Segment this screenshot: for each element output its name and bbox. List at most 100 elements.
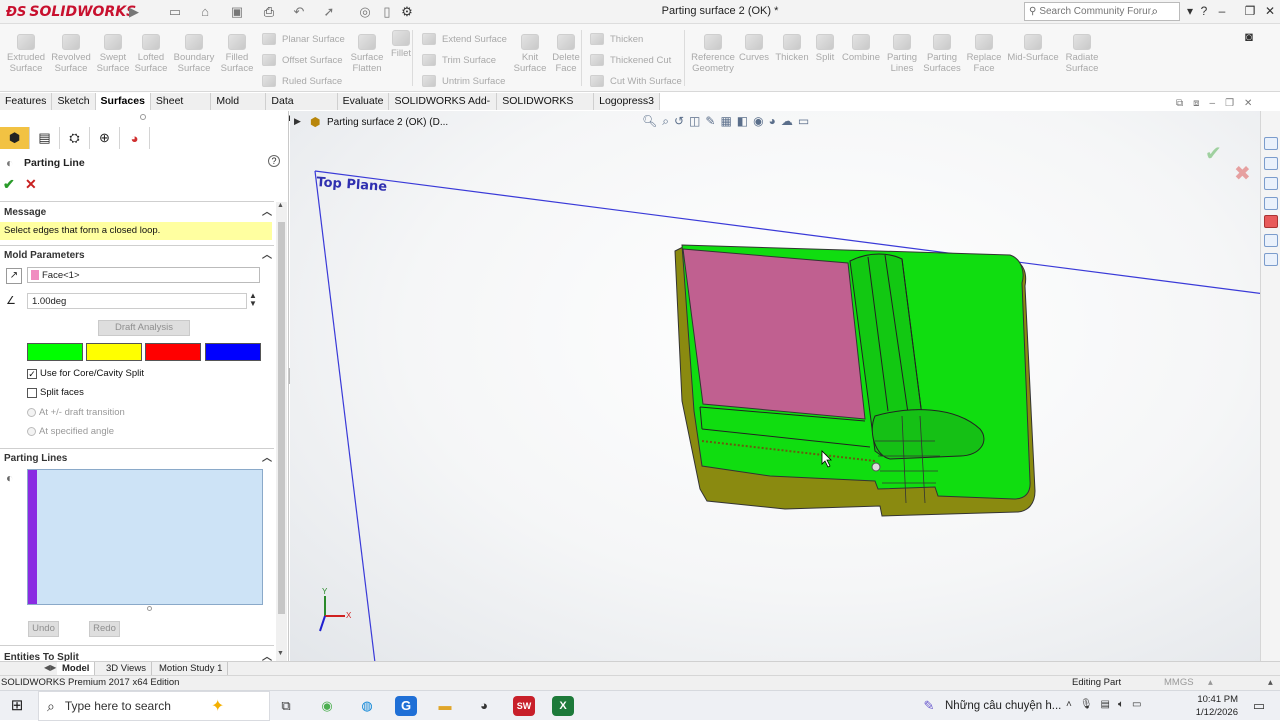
print-icon[interactable]: ⎙: [260, 3, 278, 21]
tab-add-ins[interactable]: SOLIDWORKS Add-Ins: [389, 93, 498, 124]
tab-evaluate[interactable]: Evaluate: [337, 93, 390, 110]
view-settings-icon[interactable]: ▭: [798, 114, 809, 132]
minimize-button[interactable]: –: [1212, 2, 1232, 21]
tab-sketch[interactable]: Sketch: [52, 93, 96, 110]
rebuild-icon[interactable]: ◎: [356, 3, 374, 21]
doc-close-icon[interactable]: ✕: [1244, 98, 1252, 109]
zoom-to-area-icon[interactable]: ⌕: [662, 114, 669, 132]
expand-menu-icon[interactable]: ▶: [125, 3, 143, 21]
tab-model[interactable]: Model: [57, 662, 96, 676]
options-gear-icon[interactable]: ⚙: [398, 3, 416, 21]
collapse-chevron-icon[interactable]: ︿: [262, 248, 272, 264]
camera-icon[interactable]: ◙: [1240, 28, 1258, 46]
apply-scene-icon[interactable]: ☁: [781, 114, 793, 132]
close-button[interactable]: ✕: [1260, 2, 1280, 21]
file-explorer-icon[interactable]: [1264, 177, 1278, 190]
search-input[interactable]: [1039, 6, 1152, 17]
mold-parameters-header[interactable]: Mold Parameters ︿: [0, 248, 274, 264]
collapse-chevron-icon[interactable]: ︿: [262, 205, 272, 221]
excel-icon[interactable]: X: [552, 696, 574, 716]
redo-button[interactable]: Redo: [89, 621, 120, 637]
list-resize-grip[interactable]: [147, 606, 152, 611]
specified-angle-radio[interactable]: At specified angle: [27, 426, 114, 437]
taskbar-g-app-icon[interactable]: G: [395, 696, 417, 716]
parting-lines-header[interactable]: Parting Lines ︿: [0, 451, 274, 467]
message-section-header[interactable]: Message ︿: [0, 205, 274, 221]
new-document-icon[interactable]: ▭: [166, 3, 184, 21]
task-view-icon[interactable]: ⧉: [275, 696, 297, 716]
custom-properties-icon[interactable]: [1264, 234, 1278, 247]
forum-icon[interactable]: [1264, 253, 1278, 266]
tool-mid-surface[interactable]: Mid-Surface: [1006, 34, 1060, 63]
tool-delete-face[interactable]: Delete Face: [543, 34, 589, 74]
select-icon[interactable]: ➚: [320, 3, 338, 21]
taskbar-search[interactable]: ⌕ Type here to search ✦: [38, 691, 270, 721]
help-circle-icon[interactable]: ?: [268, 155, 280, 167]
home-icon[interactable]: [1264, 137, 1278, 150]
tool-fillet[interactable]: Fillet: [378, 30, 424, 59]
tree-expand-icon[interactable]: ▶: [294, 116, 301, 127]
entities-to-split-header[interactable]: Entities To Split ︿: [0, 650, 274, 661]
split-faces-checkbox[interactable]: Split faces: [27, 387, 84, 398]
scrollbar-thumb[interactable]: [278, 222, 285, 614]
tool-offset-surface[interactable]: Offset Surface: [262, 51, 343, 69]
doc-minimize-icon[interactable]: –: [1210, 98, 1216, 109]
tool-curves[interactable]: Curves: [733, 34, 775, 63]
tab-logopress3[interactable]: Logopress3: [594, 93, 660, 110]
angle-spinner[interactable]: ▲ ▼: [249, 292, 257, 308]
undo-button[interactable]: Undo: [28, 621, 59, 637]
volume-icon[interactable]: 🔈︎: [1118, 699, 1124, 710]
collapse-chevron-icon[interactable]: ︿: [262, 650, 272, 661]
tool-revolved-surface[interactable]: Revolved Surface: [48, 34, 94, 74]
draft-transition-radio[interactable]: At +/- draft transition: [27, 407, 125, 418]
tool-combine[interactable]: Combine: [839, 34, 883, 63]
scroll-up-icon[interactable]: ▲: [277, 202, 284, 209]
clock[interactable]: 10:41 PM 1/12/2026: [1186, 693, 1238, 719]
zoom-to-fit-icon[interactable]: 🔍︎: [642, 114, 657, 132]
negative-draft-color-swatch[interactable]: [145, 343, 201, 361]
configuration-manager-tab-icon[interactable]: ⛭: [60, 127, 90, 149]
view-orientation-icon[interactable]: ▦: [720, 114, 731, 132]
undo-icon[interactable]: ↶: [290, 3, 308, 21]
news-ticker[interactable]: Những câu chuyện h...: [945, 700, 1061, 712]
use-core-cavity-checkbox[interactable]: ✓ Use for Core/Cavity Split: [27, 368, 144, 379]
tab-surfaces[interactable]: Surfaces: [95, 93, 151, 110]
news-widget-icon[interactable]: ✎: [918, 696, 940, 716]
requires-draft-color-swatch[interactable]: [86, 343, 142, 361]
tool-boundary-surface[interactable]: Boundary Surface: [171, 34, 217, 74]
view-palette-icon[interactable]: [1264, 197, 1278, 210]
tool-lofted-surface[interactable]: Lofted Surface: [128, 34, 174, 74]
direction-field[interactable]: Face<1>: [27, 267, 260, 283]
microphone-icon[interactable]: 🎙︎: [1080, 699, 1093, 710]
tab-features[interactable]: Features: [0, 93, 53, 110]
property-manager-tab-icon[interactable]: ▤: [30, 127, 60, 149]
tool-replace-face[interactable]: Replace Face: [962, 34, 1006, 74]
straddle-color-swatch[interactable]: [205, 343, 261, 361]
collapse-chevron-icon[interactable]: ︿: [262, 451, 272, 467]
tool-filled-surface[interactable]: Filled Surface: [214, 34, 260, 74]
tab-mbd[interactable]: SOLIDWORKS MBD: [497, 93, 595, 124]
tab-motion-study[interactable]: Motion Study 1: [154, 662, 229, 676]
tool-thicken[interactable]: Thicken: [590, 30, 643, 48]
positive-draft-color-swatch[interactable]: [27, 343, 83, 361]
appearances-icon[interactable]: [1264, 215, 1278, 228]
help-icon[interactable]: ?: [1194, 2, 1214, 21]
tray-chevron-icon[interactable]: ˄: [1066, 699, 1072, 710]
display-style-icon[interactable]: ◧: [737, 114, 748, 132]
doc-restore-icon[interactable]: ❐: [1225, 98, 1234, 109]
community-search[interactable]: ⚲ ⌕: [1024, 2, 1180, 21]
feature-tree-root[interactable]: Parting surface 2 (OK) (D...: [327, 117, 448, 128]
draft-analysis-button[interactable]: Draft Analysis: [98, 320, 190, 336]
section-view-icon[interactable]: ◫: [689, 114, 700, 132]
tool-cut-with-surface[interactable]: Cut With Surface: [590, 72, 682, 90]
tool-planar-surface[interactable]: Planar Surface: [262, 30, 345, 48]
tool-untrim-surface[interactable]: Untrim Surface: [422, 72, 505, 90]
notification-icon[interactable]: ▭: [1248, 696, 1270, 716]
tool-parting-surfaces[interactable]: Parting Surfaces: [920, 34, 964, 74]
selection-point-icon[interactable]: [871, 462, 881, 472]
status-expand-icon[interactable]: ▴: [1268, 676, 1273, 690]
taskbar-media-icon[interactable]: ◕: [473, 696, 495, 716]
tool-trim-surface[interactable]: Trim Surface: [422, 51, 496, 69]
tab-mold-tools[interactable]: Mold Tools: [211, 93, 267, 124]
battery-icon[interactable]: ▭: [1132, 699, 1141, 710]
